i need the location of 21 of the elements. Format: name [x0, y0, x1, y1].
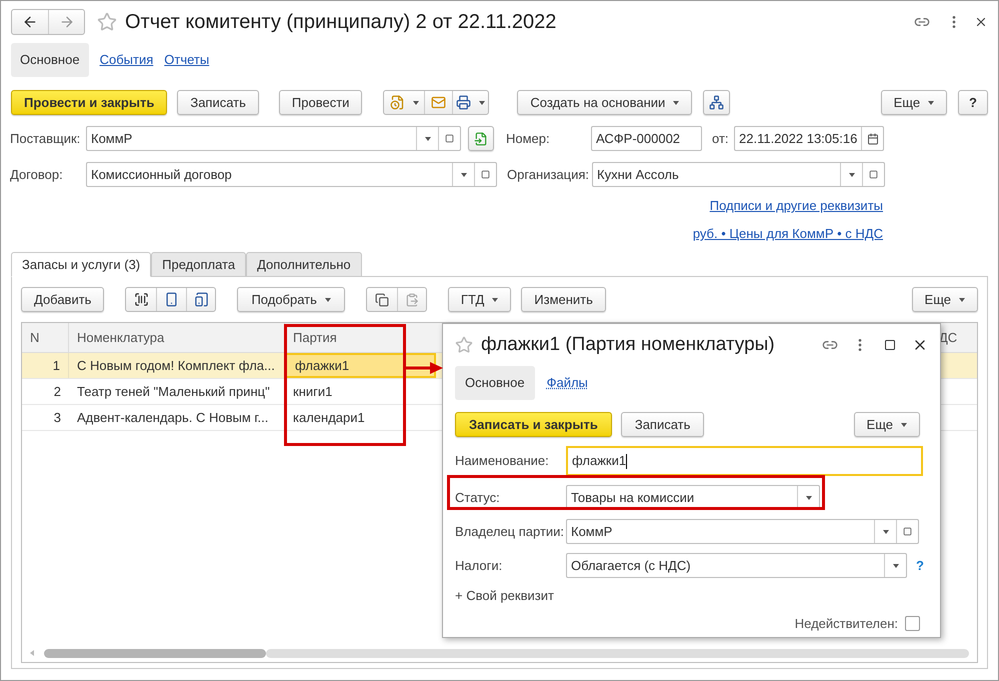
table-cell: флажки1 [285, 353, 436, 378]
field-label: Налоги: [455, 556, 504, 575]
table-cell-text: С Новым годом! Комплект фла... [76, 356, 276, 375]
table-cell-text: Театр теней "Маленький принц" [76, 382, 271, 401]
table-cell-text: книги1 [292, 382, 334, 401]
table-cell-text: Адвент-календарь. С Новым г... [76, 408, 270, 427]
field-label: Поставщик: [10, 130, 82, 148]
field-label: Договор: [10, 166, 64, 184]
window-title: Отчет комитенту (принципалу) 2 от 22.11.2022 [125, 10, 556, 35]
field-label: Владелец партии: [455, 522, 566, 541]
dialog-title: флажки1 (Партия номенклатуры) [481, 332, 775, 357]
checkbox-label: Недействителен: [794, 615, 898, 633]
field-label: Статус: [455, 488, 501, 507]
field-label: от: [712, 130, 730, 148]
table-cell-text: 3 [52, 408, 62, 427]
table-cell: 1 [22, 353, 69, 378]
table-cell-text: календари1 [292, 408, 366, 427]
field-label: Номер: [506, 130, 551, 148]
field-label: Наименование: [455, 452, 550, 470]
table-cell-text: 2 [52, 382, 62, 401]
field-label: Организация: [507, 166, 590, 184]
